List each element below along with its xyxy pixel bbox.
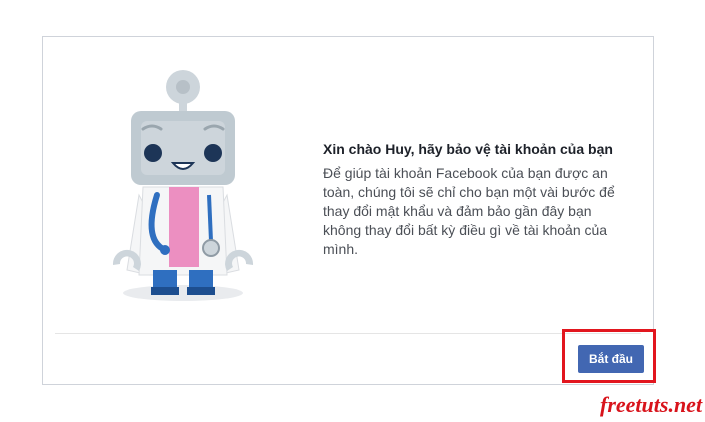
dialog-description: Để giúp tài khoản Facebook của bạn được …: [323, 165, 615, 257]
robot-doctor-icon: [112, 70, 254, 301]
dialog-heading: Xin chào Huy, hãy bảo vệ tài khoản của b…: [323, 141, 613, 157]
footer-divider: [55, 333, 641, 334]
dialog-text: Xin chào Huy, hãy bảo vệ tài khoản của b…: [323, 141, 623, 259]
highlight-annotation-box: [562, 329, 656, 383]
watermark-text: freetuts.net: [600, 392, 703, 417]
